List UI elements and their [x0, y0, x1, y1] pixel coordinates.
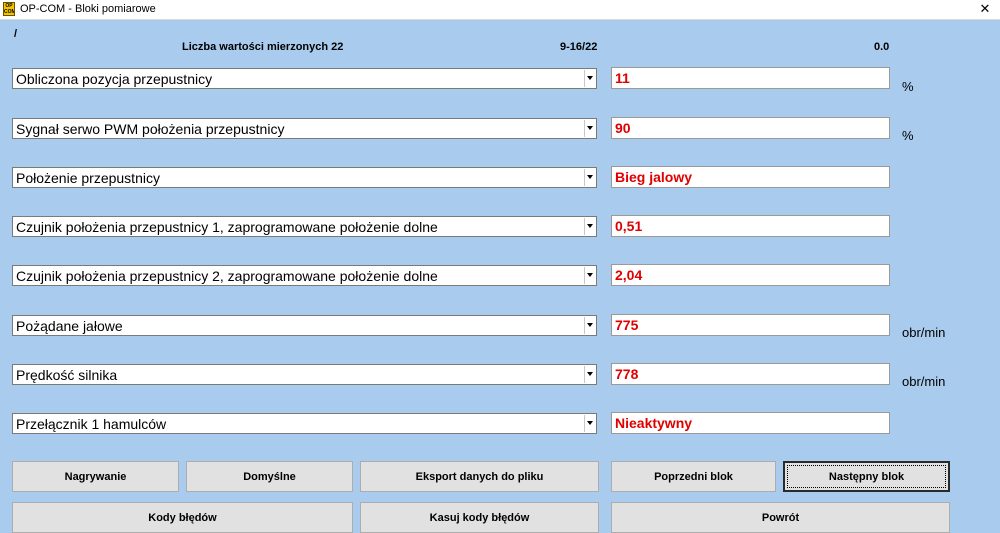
value-field-7: 778	[611, 363, 890, 385]
parameter-select-7[interactable]: Prędkość silnika	[12, 364, 597, 385]
parameter-select-8[interactable]: Przełącznik 1 hamulców	[12, 413, 597, 434]
parameter-select-1[interactable]: Obliczona pozycja przepustnicy	[12, 68, 597, 89]
chevron-down-icon[interactable]	[584, 169, 595, 186]
value-text-6: 775	[615, 317, 639, 333]
clear-error-codes-button[interactable]: Kasuj kody błędów	[360, 502, 599, 533]
unit-label-7: obr/min	[902, 374, 946, 389]
unit-label-1: %	[902, 79, 914, 94]
parameter-select-2[interactable]: Sygnał serwo PWM położenia przepustnicy	[12, 118, 597, 139]
chevron-down-icon[interactable]	[584, 70, 595, 87]
value-text-8: Nieaktywny	[615, 415, 693, 431]
value-field-2: 90	[611, 117, 890, 139]
value-text-4: 0,51	[615, 218, 643, 234]
value-field-8: Nieaktywny	[611, 412, 890, 434]
chevron-down-icon[interactable]	[584, 120, 595, 137]
chevron-down-icon[interactable]	[584, 218, 595, 235]
value-text-1: 11	[615, 70, 630, 86]
defaults-button[interactable]: Domyślne	[186, 461, 353, 492]
values-count-label: Liczba wartości mierzonych 22	[182, 41, 344, 53]
unit-label-6: obr/min	[902, 325, 946, 340]
value-field-6: 775	[611, 314, 890, 336]
chevron-down-icon[interactable]	[584, 317, 595, 334]
time-label: 0.0	[874, 41, 890, 53]
value-text-3: Bieg jalowy	[615, 169, 693, 185]
window-title: OP-COM - Bloki pomiarowe	[20, 3, 156, 15]
block-range-label: 9-16/22	[560, 41, 598, 53]
value-field-5: 2,04	[611, 264, 890, 286]
parameter-label-2: Sygnał serwo PWM położenia przepustnicy	[16, 121, 285, 137]
parameter-label-4: Czujnik położenia przepustnicy 1, zaprog…	[16, 219, 438, 235]
parameter-select-3[interactable]: Położenie przepustnicy	[12, 167, 597, 188]
value-text-2: 90	[615, 120, 631, 136]
header-slash: /	[14, 28, 18, 40]
value-field-1: 11	[611, 67, 890, 89]
parameter-label-6: Pożądane jałowe	[16, 318, 123, 334]
record-button[interactable]: Nagrywanie	[12, 461, 179, 492]
value-field-3: Bieg jalowy	[611, 166, 890, 188]
value-text-7: 778	[615, 366, 639, 382]
unit-label-2: %	[902, 128, 914, 143]
parameter-label-8: Przełącznik 1 hamulców	[16, 416, 167, 432]
value-field-4: 0,51	[611, 215, 890, 237]
export-data-button[interactable]: Eksport danych do pliku	[360, 461, 599, 492]
chevron-down-icon[interactable]	[584, 415, 595, 432]
parameter-label-3: Położenie przepustnicy	[16, 170, 160, 186]
chevron-down-icon[interactable]	[584, 267, 595, 284]
value-text-5: 2,04	[615, 267, 643, 283]
parameter-label-1: Obliczona pozycja przepustnicy	[16, 71, 213, 87]
close-icon[interactable]: ✕	[976, 1, 994, 17]
parameter-select-4[interactable]: Czujnik położenia przepustnicy 1, zaprog…	[12, 216, 597, 237]
parameter-select-5[interactable]: Czujnik położenia przepustnicy 2, zaprog…	[12, 265, 597, 286]
previous-block-button[interactable]: Poprzedni blok	[611, 461, 776, 492]
error-codes-button[interactable]: Kody błędów	[12, 502, 353, 533]
back-button[interactable]: Powrót	[611, 502, 950, 533]
parameter-select-6[interactable]: Pożądane jałowe	[12, 315, 597, 336]
title-bar: OP COM OP-COM - Bloki pomiarowe ✕	[0, 0, 1000, 20]
parameter-label-7: Prędkość silnika	[16, 367, 118, 383]
next-block-button[interactable]: Następny blok	[783, 461, 950, 492]
chevron-down-icon[interactable]	[584, 366, 595, 383]
parameter-label-5: Czujnik położenia przepustnicy 2, zaprog…	[16, 268, 438, 284]
opcom-logo-icon: OP COM	[3, 2, 15, 16]
